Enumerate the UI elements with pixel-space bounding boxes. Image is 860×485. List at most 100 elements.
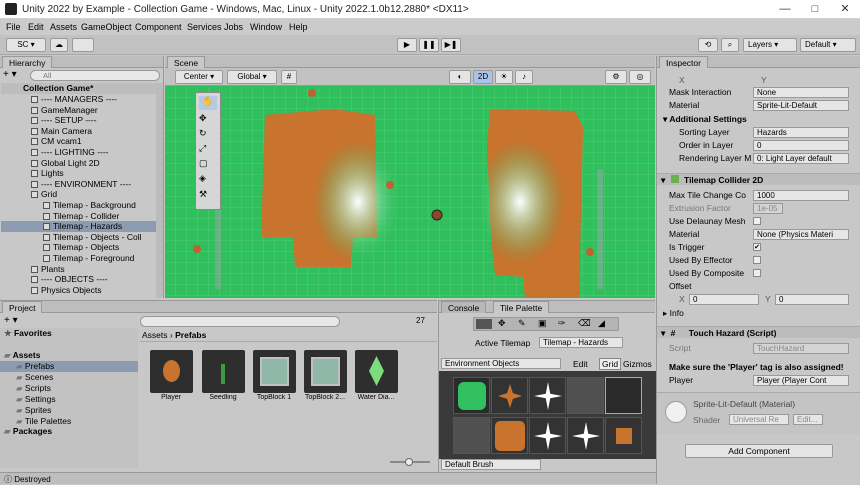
fill-tool-icon[interactable]: ◢ bbox=[598, 318, 605, 329]
additional-settings-foldout[interactable]: ▾ Additional Settings bbox=[663, 113, 747, 125]
hierarchy-item[interactable]: Main Camera bbox=[1, 126, 161, 137]
menu-help[interactable]: Help bbox=[289, 22, 308, 32]
tab-inspector[interactable]: Inspector bbox=[659, 56, 708, 68]
project-search-input[interactable] bbox=[140, 316, 340, 327]
add-component-button[interactable]: Add Component bbox=[685, 444, 833, 458]
hierarchy-item[interactable]: ---- MANAGERS ---- bbox=[1, 94, 161, 105]
hierarchy-item[interactable]: Tilemap - Collider bbox=[1, 211, 161, 222]
hierarchy-item[interactable]: ---- OBJECTS ---- bbox=[1, 274, 161, 285]
hierarchy-item[interactable]: Physics Objects bbox=[1, 285, 161, 296]
menu-assets[interactable]: Assets bbox=[50, 22, 77, 32]
tab-scene[interactable]: Scene bbox=[167, 56, 206, 68]
player-field[interactable]: Player (Player Cont bbox=[753, 375, 849, 386]
touch-hazard-header[interactable]: ▾ # Touch Hazard (Script) bbox=[657, 326, 860, 338]
sorting-layer-dropdown[interactable]: Hazards bbox=[753, 127, 849, 138]
asset-topblock-1[interactable] bbox=[253, 350, 296, 393]
brush-dropdown[interactable]: Default Brush bbox=[441, 459, 541, 470]
max-tile-field[interactable]: 1000 bbox=[753, 190, 849, 201]
search-icon[interactable]: ⌕ bbox=[721, 38, 739, 52]
project-folder-item[interactable]: ▰ Scenes bbox=[0, 372, 138, 383]
menu-edit[interactable]: Edit bbox=[28, 22, 44, 32]
camera-icon[interactable]: ◎ bbox=[629, 70, 651, 84]
scene-root-row[interactable]: Collection Game* bbox=[1, 83, 163, 94]
rotate-tool-icon[interactable]: ↻ bbox=[199, 128, 207, 139]
palette-grid[interactable] bbox=[439, 371, 656, 459]
active-tilemap-dropdown[interactable]: Tilemap - Hazards bbox=[539, 337, 623, 348]
hierarchy-item[interactable]: CM vcam1 bbox=[1, 136, 161, 147]
palette-tile-spike-white[interactable] bbox=[529, 377, 566, 414]
grid-snap-icon[interactable]: # bbox=[281, 70, 297, 84]
history-icon[interactable]: ⟲ bbox=[698, 38, 718, 52]
step-button[interactable]: ▶❚ bbox=[441, 38, 461, 52]
palette-tile-spike-orange[interactable] bbox=[491, 377, 528, 414]
menu-services[interactable]: Services bbox=[187, 22, 222, 32]
asset-seedling[interactable] bbox=[202, 350, 245, 393]
scene-viewport[interactable] bbox=[165, 87, 655, 298]
lighting-icon[interactable]: ☀ bbox=[495, 70, 513, 84]
shader-edit-button[interactable]: Edit... bbox=[793, 414, 823, 425]
palette-tile-grass[interactable] bbox=[453, 377, 490, 414]
project-folder-item[interactable]: ▰ Tile Palettes bbox=[0, 416, 138, 427]
project-folder-item[interactable]: ▰ Packages bbox=[0, 426, 138, 437]
layout-dropdown[interactable]: Default ▾ bbox=[800, 38, 856, 52]
tilemap-collider-header[interactable]: ▾ Tilemap Collider 2D bbox=[657, 173, 860, 185]
toggle-2d-button[interactable]: 2D bbox=[473, 70, 493, 84]
hierarchy-item[interactable]: Tilemap - Objects bbox=[1, 242, 161, 253]
palette-tile-selected[interactable] bbox=[605, 377, 642, 414]
palette-tile-spike-white-2[interactable] bbox=[529, 417, 566, 454]
delaunay-checkbox[interactable] bbox=[753, 217, 761, 225]
hierarchy-item[interactable]: Grid bbox=[1, 189, 161, 200]
menu-window[interactable]: Window bbox=[250, 22, 282, 32]
material-field[interactable]: Sprite-Lit-Default bbox=[753, 100, 849, 111]
project-folder-item[interactable]: ▰ Assets bbox=[0, 350, 138, 361]
cloud-icon[interactable]: ☁ bbox=[50, 38, 68, 52]
palette-tile-spike-white-3[interactable] bbox=[567, 417, 604, 454]
project-folder-item[interactable]: ▰ Sprites bbox=[0, 405, 138, 416]
collider-material-field[interactable]: None (Physics Materi bbox=[753, 229, 849, 240]
select-tool-icon[interactable] bbox=[476, 319, 492, 329]
transform-tool-icon[interactable]: ◈ bbox=[199, 173, 206, 184]
palette-gizmos-toggle[interactable]: Gizmos bbox=[623, 359, 652, 369]
close-button[interactable]: ✕ bbox=[830, 2, 860, 17]
hierarchy-item[interactable]: Tilemap - Foreground bbox=[1, 253, 161, 264]
tab-project[interactable]: Project bbox=[2, 301, 43, 313]
hierarchy-item[interactable]: Plants bbox=[1, 264, 161, 275]
breadcrumb-assets[interactable]: Assets bbox=[142, 330, 168, 340]
project-folder-item[interactable]: ▰ Prefabs bbox=[0, 361, 138, 372]
pivot-dropdown[interactable]: Center ▾ bbox=[175, 70, 223, 84]
menu-gameobject[interactable]: GameObject bbox=[81, 22, 132, 32]
mask-interaction-dropdown[interactable]: None bbox=[753, 87, 849, 98]
hierarchy-scrollbar[interactable] bbox=[156, 83, 163, 298]
zoom-slider-handle[interactable] bbox=[405, 458, 413, 466]
rendering-layer-dropdown[interactable]: 0: Light Layer default bbox=[753, 153, 849, 164]
collab-icon[interactable] bbox=[72, 38, 94, 52]
palette-tile-dirt[interactable] bbox=[491, 417, 528, 454]
project-folder-item[interactable]: ★ Favorites bbox=[0, 328, 138, 339]
palette-edit-button[interactable]: Edit bbox=[573, 359, 588, 369]
tab-hierarchy[interactable]: Hierarchy bbox=[2, 56, 53, 68]
used-by-composite-checkbox[interactable] bbox=[753, 269, 761, 277]
info-foldout[interactable]: ▸ Info bbox=[663, 307, 684, 319]
audio-icon[interactable]: ♪ bbox=[515, 70, 533, 84]
move-tool-icon[interactable]: ✥ bbox=[498, 318, 506, 329]
tab-tile-palette[interactable]: Tile Palette bbox=[493, 301, 550, 313]
palette-dropdown[interactable]: Environment Objects bbox=[441, 358, 561, 369]
gizmos-icon[interactable]: ⚙ bbox=[605, 70, 627, 84]
touch-hazard-foldout-icon[interactable]: ▾ bbox=[661, 328, 665, 338]
play-button[interactable]: ▶ bbox=[397, 38, 417, 52]
pause-button[interactable]: ❚❚ bbox=[419, 38, 439, 52]
palette-tile-empty[interactable] bbox=[453, 417, 490, 454]
box-fill-tool-icon[interactable]: ▣ bbox=[538, 318, 547, 329]
hierarchy-item[interactable]: GameManager bbox=[1, 105, 161, 116]
asset-topblock-2[interactable] bbox=[304, 350, 347, 393]
used-by-effector-checkbox[interactable] bbox=[753, 256, 761, 264]
picker-tool-icon[interactable]: ✑ bbox=[558, 318, 566, 329]
maximize-button[interactable]: □ bbox=[800, 2, 830, 17]
hierarchy-item[interactable]: Tilemap - Hazards bbox=[1, 221, 161, 232]
offset-x-field[interactable]: 0 bbox=[689, 294, 759, 305]
palette-tile-empty[interactable] bbox=[567, 377, 604, 414]
hierarchy-item[interactable]: Tilemap - Objects - Coll bbox=[1, 232, 161, 243]
custom-tool-icon[interactable]: ⚒ bbox=[199, 189, 207, 200]
asset-water-diamond[interactable] bbox=[355, 350, 398, 393]
palette-tile-crate[interactable] bbox=[605, 417, 642, 454]
